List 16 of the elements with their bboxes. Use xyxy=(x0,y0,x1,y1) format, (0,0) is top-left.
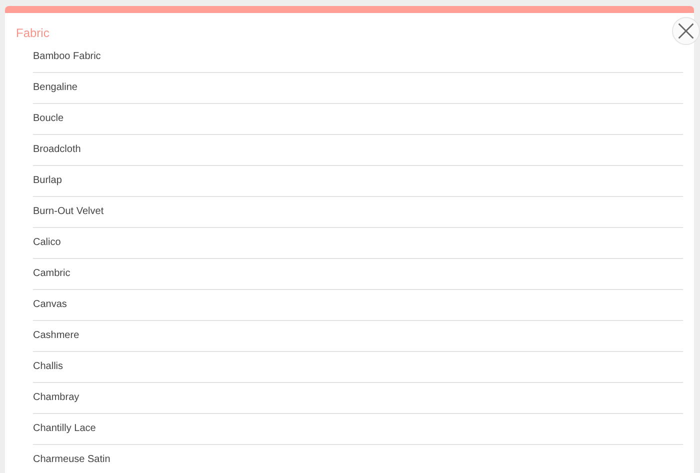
list-item[interactable]: Broadcloth xyxy=(33,135,683,166)
panel-title: Fabric xyxy=(16,26,50,40)
list-item[interactable]: Boucle xyxy=(33,104,683,135)
close-icon xyxy=(677,22,695,40)
list-item[interactable]: Chantilly Lace xyxy=(33,414,683,445)
list-item[interactable]: Cambric xyxy=(33,259,683,290)
list-item[interactable]: Burn-Out Velvet xyxy=(33,197,683,228)
list-item[interactable]: Bengaline xyxy=(33,73,683,104)
list-item[interactable]: Chambray xyxy=(33,383,683,414)
list-item[interactable]: Challis xyxy=(33,352,683,383)
list-item[interactable]: Bamboo Fabric xyxy=(33,42,683,73)
list-item[interactable]: Burlap xyxy=(33,166,683,197)
list-item[interactable]: Canvas xyxy=(33,290,683,321)
list-item[interactable]: Cashmere xyxy=(33,321,683,352)
list-item[interactable]: Charmeuse Satin xyxy=(33,445,683,473)
list-item[interactable]: Calico xyxy=(33,228,683,259)
